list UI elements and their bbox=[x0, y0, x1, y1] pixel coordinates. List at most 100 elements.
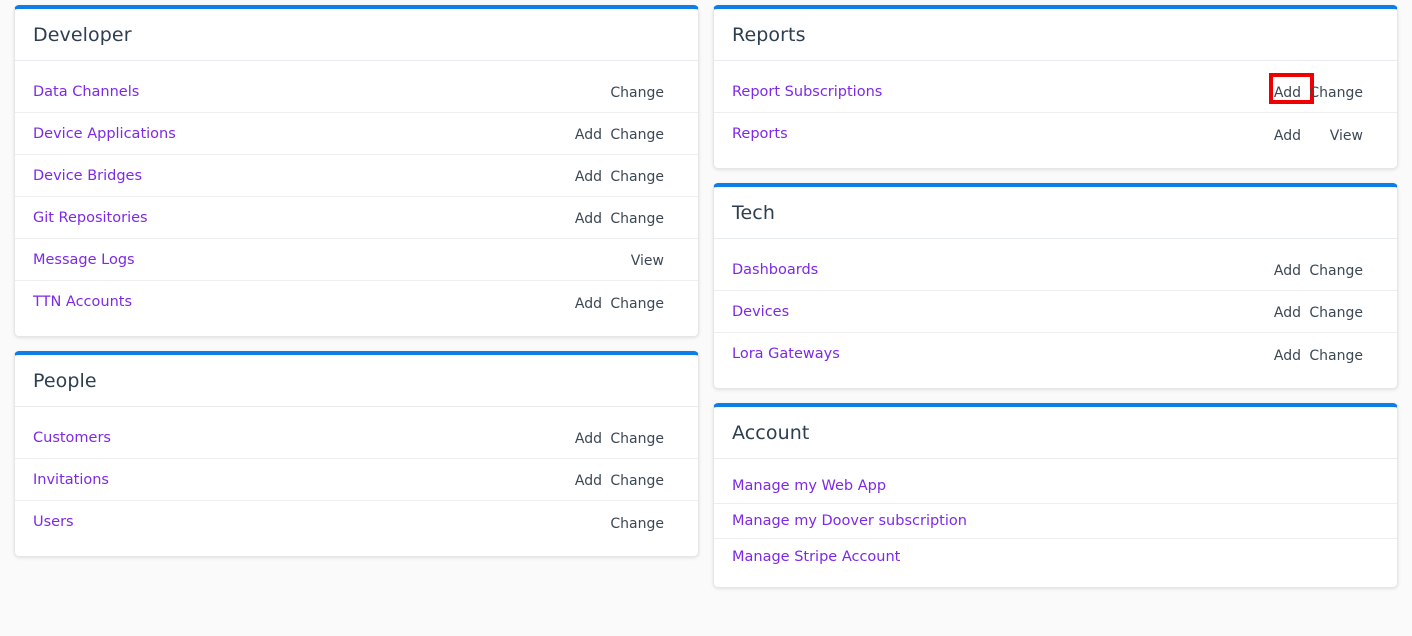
card-tech: Tech Dashboards Add Change Devices Add C… bbox=[713, 183, 1398, 389]
model-link-reports[interactable]: Reports bbox=[732, 126, 1239, 142]
account-link-manage-doover-subscription[interactable]: Manage my Doover subscription bbox=[732, 513, 1363, 529]
model-link-message-logs[interactable]: Message Logs bbox=[33, 252, 540, 268]
change-link[interactable]: Change bbox=[610, 516, 664, 532]
change-link[interactable]: Change bbox=[1309, 305, 1363, 321]
action-cell-secondary: View bbox=[602, 250, 664, 269]
table-row: Message Logs View bbox=[15, 239, 698, 281]
card-account-title: Account bbox=[732, 422, 810, 444]
action-cell-secondary: Change bbox=[602, 166, 664, 185]
change-link[interactable]: Change bbox=[610, 296, 664, 312]
add-link[interactable]: Add bbox=[1274, 85, 1301, 101]
card-developer-body: Data Channels Change Device Applications bbox=[15, 61, 698, 336]
action-cell-add: Add bbox=[540, 208, 602, 227]
card-account-header: Account bbox=[714, 407, 1397, 459]
table-row: TTN Accounts Add Change bbox=[15, 281, 698, 323]
list-item: Manage my Doover subscription bbox=[714, 504, 1397, 539]
add-link[interactable]: Add bbox=[1274, 305, 1301, 321]
model-link-ttn-accounts[interactable]: TTN Accounts bbox=[33, 294, 540, 310]
row-actions: Add Change bbox=[540, 208, 664, 227]
add-link[interactable]: Add bbox=[1274, 128, 1301, 144]
card-developer: Developer Data Channels Change Device Ap… bbox=[14, 5, 699, 337]
model-link-device-bridges[interactable]: Device Bridges bbox=[33, 168, 540, 184]
add-link[interactable]: Add bbox=[1274, 263, 1301, 279]
action-cell-add: Add bbox=[540, 428, 602, 447]
model-link-lora-gateways[interactable]: Lora Gateways bbox=[732, 346, 1239, 362]
left-column: Developer Data Channels Change Device Ap… bbox=[14, 5, 699, 557]
view-link[interactable]: View bbox=[1330, 128, 1363, 144]
action-cell-secondary: Change bbox=[1301, 345, 1363, 364]
change-link[interactable]: Change bbox=[1309, 263, 1363, 279]
change-link[interactable]: Change bbox=[610, 127, 664, 143]
row-actions: Add Change bbox=[540, 293, 664, 312]
row-actions: Add View bbox=[1239, 125, 1363, 144]
card-people-header: People bbox=[15, 355, 698, 407]
change-link[interactable]: Change bbox=[610, 431, 664, 447]
change-link[interactable]: Change bbox=[610, 169, 664, 185]
add-link[interactable]: Add bbox=[575, 169, 602, 185]
row-actions: Add Change bbox=[540, 470, 664, 489]
table-row: Report Subscriptions Add Change bbox=[714, 71, 1397, 113]
table-row: Reports Add View bbox=[714, 113, 1397, 155]
action-cell-secondary: Change bbox=[602, 513, 664, 532]
change-link[interactable]: Change bbox=[1309, 348, 1363, 364]
add-link[interactable]: Add bbox=[1274, 348, 1301, 364]
change-link[interactable]: Change bbox=[610, 85, 664, 101]
table-row: Dashboards Add Change bbox=[714, 249, 1397, 291]
card-tech-body: Dashboards Add Change Devices Add Change… bbox=[714, 239, 1397, 388]
row-actions: Add Change bbox=[540, 166, 664, 185]
add-link[interactable]: Add bbox=[575, 127, 602, 143]
add-link[interactable]: Add bbox=[575, 431, 602, 447]
model-link-customers[interactable]: Customers bbox=[33, 430, 540, 446]
model-link-devices[interactable]: Devices bbox=[732, 304, 1239, 320]
card-people-body: Customers Add Change Invitations Add Cha… bbox=[15, 407, 698, 556]
action-cell-add: Add bbox=[1239, 345, 1301, 364]
card-reports-header: Reports bbox=[714, 9, 1397, 61]
row-actions: Change bbox=[540, 82, 664, 101]
card-developer-header: Developer bbox=[15, 9, 698, 61]
change-link[interactable]: Change bbox=[610, 211, 664, 227]
card-people: People Customers Add Change Invitations … bbox=[14, 351, 699, 557]
view-link[interactable]: View bbox=[631, 253, 664, 269]
card-reports-body: Report Subscriptions Add Change Reports bbox=[714, 61, 1397, 168]
action-cell-secondary: Change bbox=[1301, 302, 1363, 321]
table-row: Invitations Add Change bbox=[15, 459, 698, 501]
add-link[interactable]: Add bbox=[575, 473, 602, 489]
row-actions: Add Change bbox=[540, 124, 664, 143]
table-row: Lora Gateways Add Change bbox=[714, 333, 1397, 375]
table-row: Data Channels Change bbox=[15, 71, 698, 113]
row-actions: Add Change bbox=[540, 428, 664, 447]
model-link-dashboards[interactable]: Dashboards bbox=[732, 262, 1239, 278]
action-cell-add: Add bbox=[540, 124, 602, 143]
action-cell-add: Add bbox=[1239, 260, 1301, 279]
model-link-invitations[interactable]: Invitations bbox=[33, 472, 540, 488]
action-cell-add: Add bbox=[540, 166, 602, 185]
table-row: Customers Add Change bbox=[15, 417, 698, 459]
card-tech-header: Tech bbox=[714, 187, 1397, 239]
table-row: Device Applications Add Change bbox=[15, 113, 698, 155]
model-link-users[interactable]: Users bbox=[33, 514, 540, 530]
account-link-manage-stripe-account[interactable]: Manage Stripe Account bbox=[732, 549, 1363, 565]
card-account: Account Manage my Web App Manage my Doov… bbox=[713, 403, 1398, 588]
change-link[interactable]: Change bbox=[1309, 85, 1363, 101]
model-link-git-repositories[interactable]: Git Repositories bbox=[33, 210, 540, 226]
action-cell-secondary: Change bbox=[602, 208, 664, 227]
add-link[interactable]: Add bbox=[575, 296, 602, 312]
right-column: Reports Report Subscriptions Add Change bbox=[713, 5, 1398, 588]
model-link-report-subscriptions[interactable]: Report Subscriptions bbox=[732, 84, 1239, 100]
table-row: Device Bridges Add Change bbox=[15, 155, 698, 197]
add-link[interactable]: Add bbox=[575, 211, 602, 227]
row-actions: View bbox=[540, 250, 664, 269]
row-actions: Add Change bbox=[1239, 345, 1363, 364]
model-link-device-applications[interactable]: Device Applications bbox=[33, 126, 540, 142]
action-cell-add: Add bbox=[540, 293, 602, 312]
model-link-data-channels[interactable]: Data Channels bbox=[33, 84, 540, 100]
action-cell-secondary: Change bbox=[602, 470, 664, 489]
action-cell-add: Add bbox=[540, 470, 602, 489]
card-account-body: Manage my Web App Manage my Doover subsc… bbox=[714, 459, 1397, 587]
action-cell-add: Add bbox=[1239, 73, 1314, 104]
action-cell-secondary: View bbox=[1301, 125, 1363, 144]
card-reports: Reports Report Subscriptions Add Change bbox=[713, 5, 1398, 169]
account-link-manage-web-app[interactable]: Manage my Web App bbox=[732, 478, 1363, 494]
change-link[interactable]: Change bbox=[610, 473, 664, 489]
card-reports-title: Reports bbox=[732, 24, 806, 46]
